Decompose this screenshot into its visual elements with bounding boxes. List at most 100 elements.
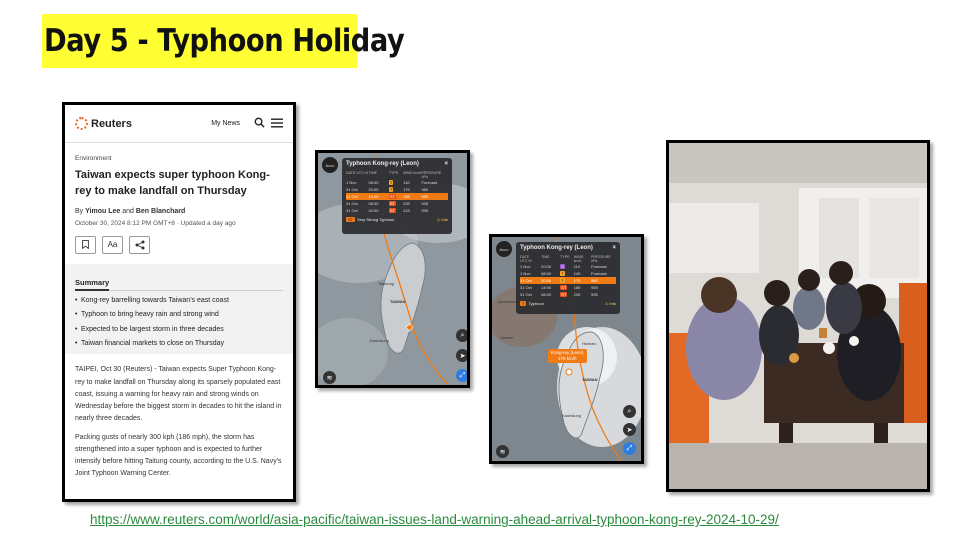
expand-icon: ⤢ [459,371,466,379]
expand-button[interactable]: ⤢ [456,369,467,382]
row-date: 31 Oct [346,194,358,199]
storm-name: Kong-rey (Leon) [551,350,584,355]
row-wind: 205 [403,201,410,206]
row-type: S [560,264,565,269]
row-time: 20:00 [541,264,552,269]
legend-tag: T [520,301,527,306]
menu-icon[interactable] [271,117,283,131]
accuweather-logo[interactable]: Accu [496,241,512,257]
reuters-logo[interactable]: Reuters [75,117,132,130]
row-date: 1 Nov [520,264,531,269]
article-paragraph: TAIPEI, Oct 30 (Reuters) - Taiwan expect… [75,366,282,423]
map-label: TAIWAN [390,299,406,304]
layers-button[interactable]: ≋ [323,371,336,384]
article-headline: Taiwan expects super typhoon Kong-rey to… [75,169,270,197]
forecast-row: 31 Oct 08:00 ST 205 935 [346,200,448,207]
group-photo [666,140,930,492]
forecast-row: 31 Oct 14:00 ST 185 955 [520,284,616,291]
row-date: 31 Oct [346,187,358,192]
col-header: DATE UTC+8 [346,171,368,175]
summary-tab[interactable]: Summary [75,278,110,291]
forecast-row: 1 Nov 20:00 S 110 Forecast [520,263,616,270]
warning-icon: ⚠ [436,217,441,222]
section-label[interactable]: Environment [75,155,283,162]
search-map-button[interactable]: ⌕ [456,329,467,342]
row-time: 02:00 [368,208,379,213]
map-label: Kaohsiung [370,338,389,343]
row-type: ST [560,292,568,297]
summary-bullet: Typhoon to bring heavy rain and strong w… [75,311,283,320]
row-date: 31 Oct [346,208,358,213]
row-wind: 175 [403,187,410,192]
row-pressure: 980 [421,187,429,192]
row-time: 14:00 [368,194,379,199]
storm-position-label[interactable]: Kong-rey (Leon) 175 km/h [548,349,587,363]
row-type: T [388,187,394,192]
row-date: 1 Nov [520,271,531,276]
bookmark-button[interactable] [75,235,96,254]
col-header: TIME [541,255,550,259]
bookmark-icon [82,240,89,250]
row-type: T [388,180,394,185]
map-label: Quanzhou [498,299,517,304]
info-label: Info [441,217,448,222]
typhoon-info-panel: Typhoon Kong-rey (Leon) × DATE UTC+8 TIME… [342,158,452,234]
col-header: WIND km/h [573,255,584,263]
source-url-link[interactable]: https://www.reuters.com/world/asia-pacif… [90,512,779,527]
row-time: 20:00 [368,187,379,192]
row-time: 08:00 [368,201,379,206]
forecast-row: 31 Oct 20:00 T 175 980 [346,186,448,193]
summary-bullet: Taiwan financial markets to close on Thu… [75,340,283,349]
info-link[interactable]: ⚠ Info [605,301,616,306]
close-icon[interactable]: × [612,245,616,251]
summary-bullets: Kong-rey barrelling towards Taiwan's eas… [75,297,283,349]
row-type: ST [560,285,568,290]
typhoon-info-panel: Typhoon Kong-rey (Leon) × DATE UTC+8 TIME… [516,242,620,314]
author-link[interactable]: Yimou Lee [85,208,120,215]
author-link[interactable]: Ben Blanchard [136,208,185,215]
font-size-button[interactable]: Aa [102,235,123,254]
row-pressure: 955 [591,285,598,290]
my-news-link[interactable]: My News [211,120,240,127]
forecast-row-current: 31 Oct 20:00 T 175 980 [520,277,616,284]
row-date: 31 Oct [520,292,532,297]
row-pressure: Forecast [591,271,607,276]
slide-title: Day 5 - Typhoon Holiday [44,23,405,59]
reuters-article-screenshot: Reuters My News Environment Taiwan expec… [62,102,296,502]
share-button[interactable] [129,235,150,254]
byline: By Yimou Lee and Ben Blanchard [75,208,283,215]
col-header: WIND km/h [403,171,422,175]
search-map-button[interactable]: ⌕ [623,405,636,418]
row-time: 14:00 [541,285,552,290]
summary-bullet: Kong-rey barrelling towards Taiwan's eas… [75,297,283,306]
layers-button[interactable]: ≋ [496,445,509,458]
row-time: 08:00 [541,271,552,276]
row-pressure: Forecast [591,264,607,269]
byline-prefix: By [75,207,84,215]
row-pressure: 955 [421,194,429,199]
col-header: TIME [368,171,378,175]
legend-text: Very Strong Typhoon [357,217,395,222]
byline-and: and [122,207,134,215]
row-time: 08:00 [541,292,552,297]
map-label: Hsinchu [582,341,597,346]
row-wind: 175 [573,278,581,283]
col-header: TYPE [560,255,570,259]
row-date: 31 Oct [520,278,532,283]
search-icon[interactable] [254,117,265,131]
panel-header-row: DATE UTC+8 TIME TYPE WIND km/h PRESSURE … [520,255,616,263]
article-toolbar: Aa [75,235,283,254]
locate-button[interactable]: ➤ [456,349,467,362]
close-icon[interactable]: × [444,161,448,167]
locate-button[interactable]: ➤ [623,423,636,436]
forecast-row: 1 Nov 08:00 T 140 Forecast [520,270,616,277]
row-type: ST [388,208,396,213]
col-header: PRESSURE hPa [421,171,442,179]
row-type: ST [388,201,396,206]
expand-icon: ⤢ [626,444,633,452]
row-pressure: 939 [421,208,429,213]
info-link[interactable]: ⚠ Info [437,217,448,222]
panel-title: Typhoon Kong-rey (Leon) [346,161,419,167]
accuweather-logo[interactable]: Accu [322,157,338,173]
expand-button[interactable]: ⤢ [623,442,636,455]
